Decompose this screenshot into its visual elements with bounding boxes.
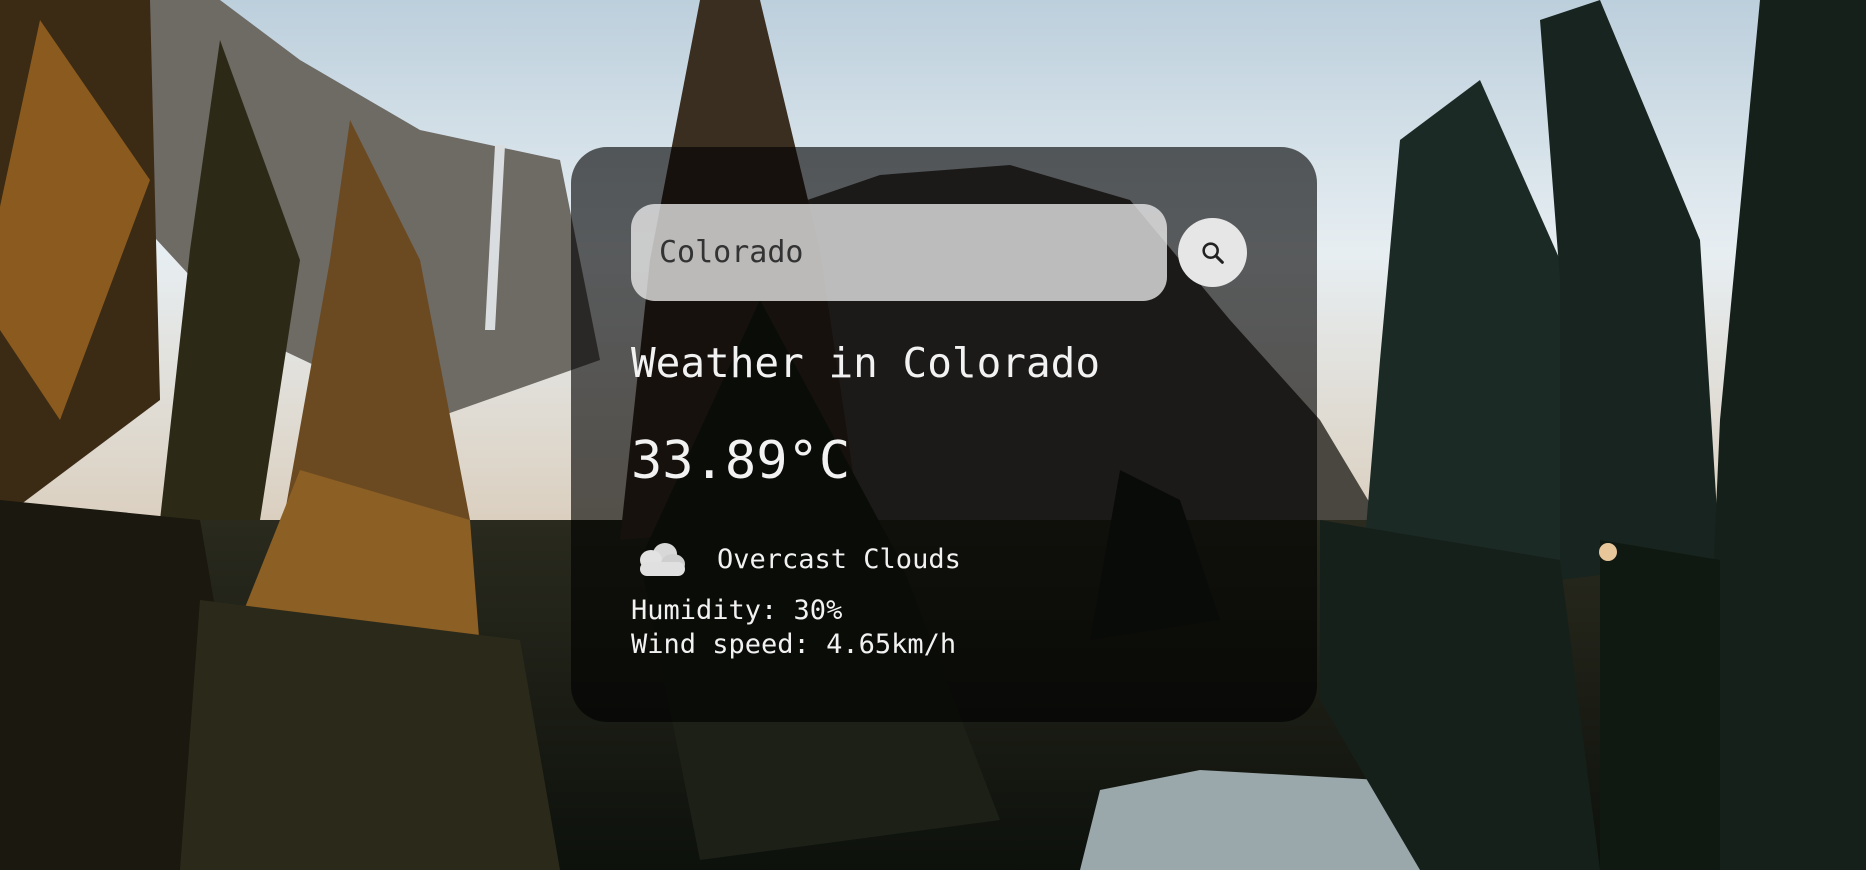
condition-row: Overcast Clouds <box>631 534 1257 584</box>
weather-title: Weather in Colorado <box>631 339 1100 387</box>
condition-text: Overcast Clouds <box>717 543 961 575</box>
search-icon <box>1201 241 1224 264</box>
search-input[interactable] <box>631 204 1167 301</box>
cloud-icon <box>631 538 689 580</box>
weather-card: Weather in Colorado 33.89°C Overcast Clo… <box>571 147 1317 722</box>
wind-speed-text: Wind speed: 4.65km/h <box>631 629 957 660</box>
temperature-value: 33.89°C <box>631 431 851 491</box>
search-bar <box>631 204 1257 301</box>
search-button[interactable] <box>1178 218 1247 287</box>
page: Weather in Colorado 33.89°C Overcast Clo… <box>0 0 1866 870</box>
humidity-text: Humidity: 30% <box>631 595 843 626</box>
